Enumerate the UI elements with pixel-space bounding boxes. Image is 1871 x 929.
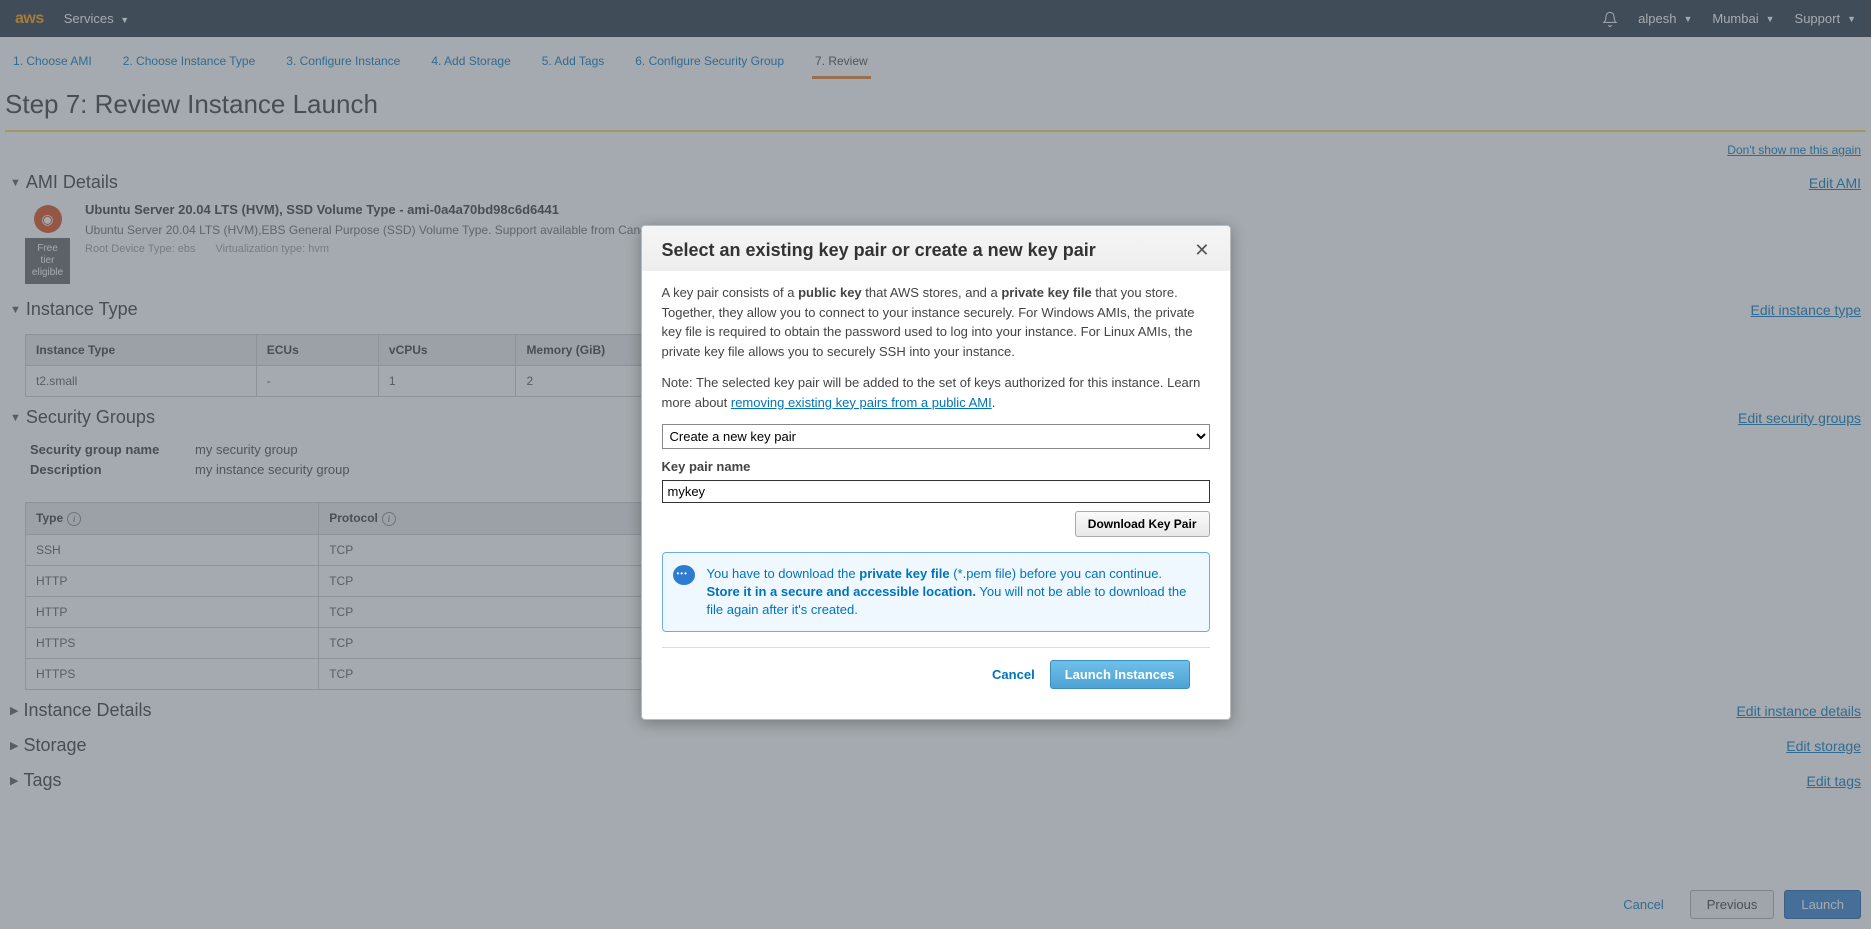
close-icon[interactable]: ✕ xyxy=(1194,240,1209,261)
modal-description-2: Note: The selected key pair will be adde… xyxy=(662,373,1210,412)
keypair-name-input[interactable] xyxy=(662,480,1210,503)
modal-cancel-button[interactable]: Cancel xyxy=(992,665,1035,685)
keypair-option-select[interactable]: Create a new key pair xyxy=(662,424,1210,449)
keypair-name-label: Key pair name xyxy=(662,457,1210,477)
download-keypair-button[interactable]: Download Key Pair xyxy=(1075,511,1210,537)
launch-instances-button[interactable]: Launch Instances xyxy=(1050,660,1190,689)
chat-icon xyxy=(673,565,695,585)
keypair-modal: Select an existing key pair or create a … xyxy=(641,225,1231,720)
remove-keypairs-link[interactable]: removing existing key pairs from a publi… xyxy=(731,395,992,410)
modal-description-1: A key pair consists of a public key that… xyxy=(662,283,1210,361)
modal-title: Select an existing key pair or create a … xyxy=(662,240,1096,261)
download-info-box: You have to download the private key fil… xyxy=(662,552,1210,633)
